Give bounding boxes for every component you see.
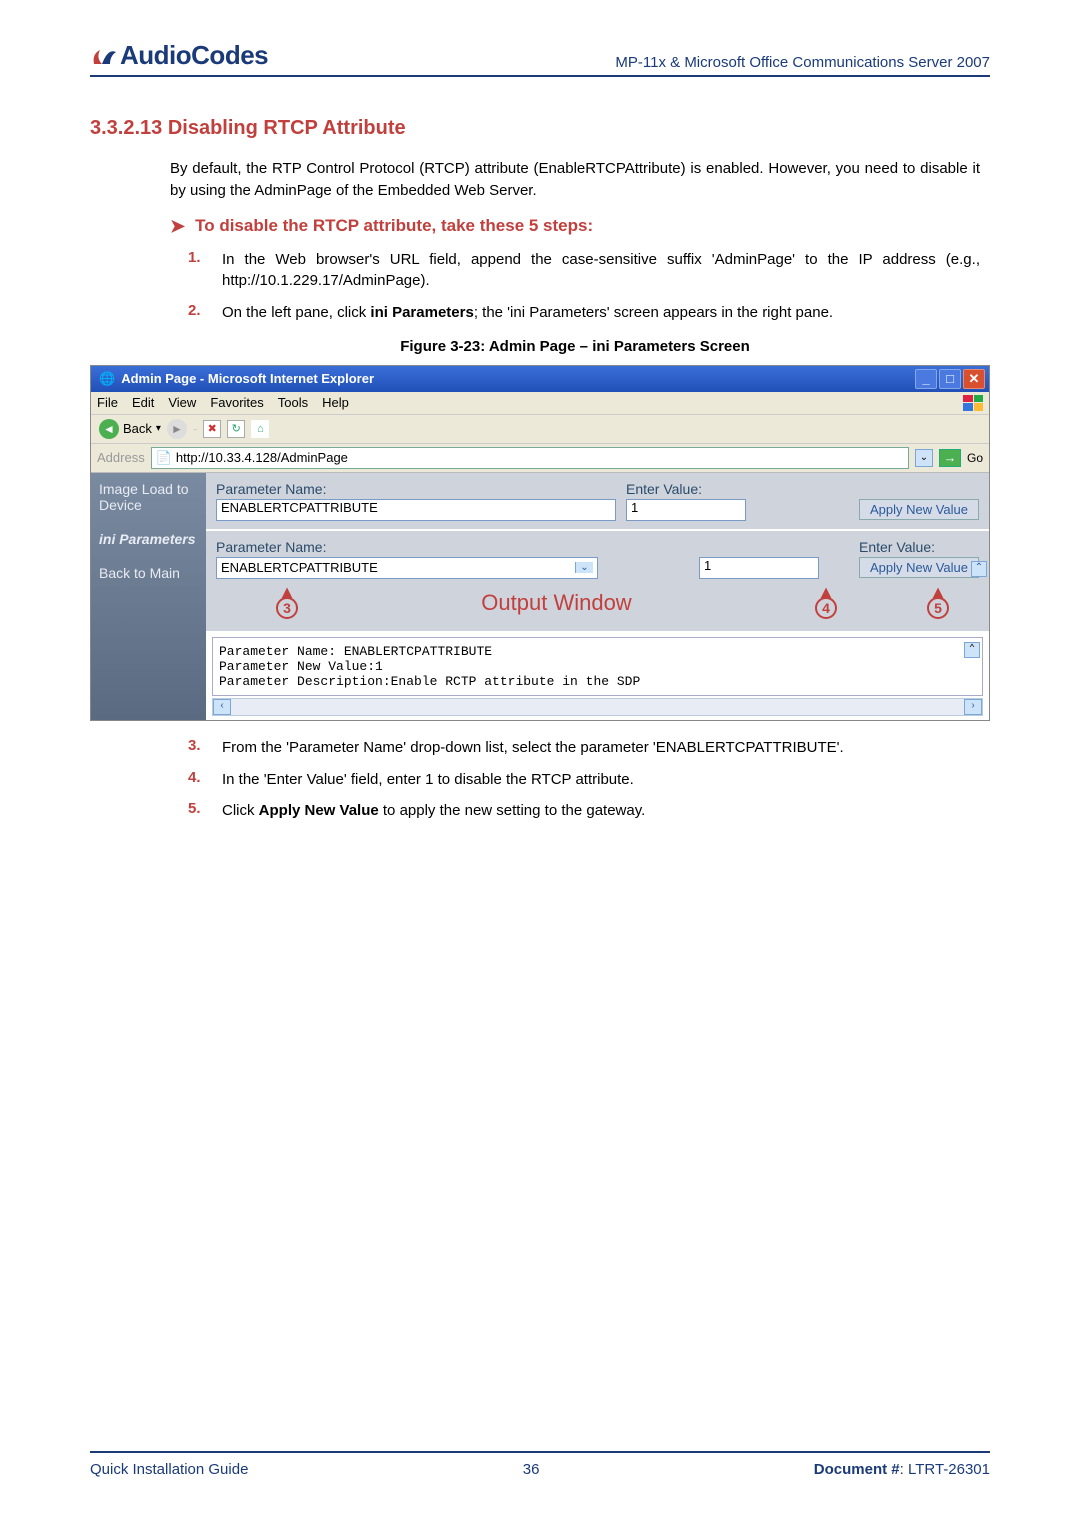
page-footer: Quick Installation Guide 36 Document #: … — [90, 1451, 990, 1478]
figure-caption: Figure 3-23: Admin Page – ini Parameters… — [170, 338, 980, 355]
footer-left: Quick Installation Guide — [90, 1461, 248, 1478]
chevron-down-icon: ⌄ — [575, 562, 593, 573]
step-4: 4. In the 'Enter Value' field, enter 1 t… — [188, 769, 980, 791]
toolbar: ◄ Back ▾ ► - ✖ ↻ ⌂ — [91, 415, 989, 444]
step-2: 2. On the left pane, click ini Parameter… — [188, 302, 980, 324]
logo-icon — [90, 42, 118, 70]
refresh-icon[interactable]: ↻ — [227, 420, 245, 438]
param-panel-top: Parameter Name: Enter Value: ENABLERTCPA… — [206, 473, 989, 531]
menu-help[interactable]: Help — [322, 395, 349, 411]
menu-file[interactable]: File — [97, 395, 118, 411]
step-number: 3. — [188, 737, 208, 759]
output-window: Parameter Name: ENABLERTCPATTRIBUTE Para… — [212, 637, 983, 696]
enter-value-input[interactable]: 1 — [699, 557, 819, 579]
address-input[interactable]: 📄 http://10.33.4.128/AdminPage — [151, 447, 909, 469]
step-text: On the left pane, click ini Parameters; … — [222, 302, 980, 324]
window-title: 🌐 Admin Page - Microsoft Internet Explor… — [99, 371, 374, 387]
step-text: In the 'Enter Value' field, enter 1 to d… — [222, 769, 980, 791]
left-nav: Image Load to Device ini Parameters Back… — [91, 473, 206, 720]
home-icon[interactable]: ⌂ — [251, 420, 269, 438]
back-button[interactable]: ◄ Back ▾ — [99, 419, 161, 439]
steps-heading: ➤ To disable the RTCP attribute, take th… — [170, 216, 980, 237]
ie-icon: 🌐 — [99, 371, 115, 387]
address-dropdown-icon[interactable]: ⌄ — [915, 449, 933, 467]
step-text: From the 'Parameter Name' drop-down list… — [222, 737, 980, 759]
apply-button-bottom[interactable]: Apply New Value — [859, 557, 979, 578]
param-name-label: Parameter Name: — [216, 539, 616, 555]
enter-value-label: Enter Value: — [859, 539, 979, 555]
callout-5: ▲5 — [927, 587, 949, 619]
step-number: 4. — [188, 769, 208, 791]
scroll-up-icon[interactable]: ⌃ — [971, 561, 987, 577]
enter-value-label: Enter Value: — [626, 481, 746, 497]
param-name-select[interactable]: ENABLERTCPATTRIBUTE⌄ — [216, 557, 598, 579]
brand-logo: AudioCodes — [90, 40, 268, 71]
footer-rule — [90, 1451, 990, 1453]
enter-value-input[interactable]: 1 — [626, 499, 746, 521]
param-panel-bottom: Parameter Name: Enter Value: ENABLERTCPA… — [206, 531, 989, 633]
window-buttons: _ □ ✕ — [915, 369, 985, 389]
back-icon: ◄ — [99, 419, 119, 439]
header-rule — [90, 75, 990, 77]
arrow-icon: ➤ — [170, 216, 185, 237]
header-product: MP-11x & Microsoft Office Communications… — [615, 54, 990, 71]
window-titlebar: 🌐 Admin Page - Microsoft Internet Explor… — [91, 366, 989, 392]
right-pane: Parameter Name: Enter Value: ENABLERTCPA… — [206, 473, 989, 720]
nav-ini-parameters[interactable]: ini Parameters — [99, 531, 198, 547]
apply-button-top[interactable]: Apply New Value — [859, 499, 979, 520]
stop-icon[interactable]: ✖ — [203, 420, 221, 438]
brand-text: AudioCodes — [120, 40, 268, 71]
param-name-label: Parameter Name: — [216, 481, 616, 497]
step-3: 3. From the 'Parameter Name' drop-down l… — [188, 737, 980, 759]
scroll-up-icon[interactable]: ⌃ — [964, 642, 980, 658]
output-window-label: Output Window — [481, 590, 631, 615]
address-label: Address — [97, 450, 145, 465]
go-label: Go — [967, 451, 983, 465]
menu-bar: File Edit View Favorites Tools Help — [91, 392, 989, 415]
section-heading: 3.3.2.13 Disabling RTCP Attribute — [90, 117, 990, 140]
go-button[interactable]: → — [939, 449, 961, 467]
step-text: In the Web browser's URL field, append t… — [222, 249, 980, 293]
page-header: AudioCodes MP-11x & Microsoft Office Com… — [90, 40, 990, 71]
nav-image-load[interactable]: Image Load to Device — [99, 481, 198, 513]
menu-tools[interactable]: Tools — [278, 395, 308, 411]
maximize-button[interactable]: □ — [939, 369, 961, 389]
scroll-left-icon[interactable]: ‹ — [213, 699, 231, 715]
admin-page-screenshot: 🌐 Admin Page - Microsoft Internet Explor… — [90, 365, 990, 721]
steps-heading-text: To disable the RTCP attribute, take thes… — [195, 216, 593, 236]
nav-back-main[interactable]: Back to Main — [99, 565, 198, 581]
callout-4: ▲4 — [815, 587, 837, 619]
step-text: Click Apply New Value to apply the new s… — [222, 800, 980, 822]
step-number: 5. — [188, 800, 208, 822]
page-icon: 📄 — [156, 450, 172, 466]
param-name-input[interactable]: ENABLERTCPATTRIBUTE — [216, 499, 616, 521]
step-1: 1. In the Web browser's URL field, appen… — [188, 249, 980, 293]
page-number: 36 — [523, 1461, 540, 1478]
menu-edit[interactable]: Edit — [132, 395, 154, 411]
footer-right: Document #: LTRT-26301 — [814, 1461, 990, 1478]
scroll-right-icon[interactable]: › — [964, 699, 982, 715]
step-5: 5. Click Apply New Value to apply the ne… — [188, 800, 980, 822]
forward-button[interactable]: ► — [167, 419, 187, 439]
step-number: 2. — [188, 302, 208, 324]
content-area: Image Load to Device ini Parameters Back… — [91, 473, 989, 720]
minimize-button[interactable]: _ — [915, 369, 937, 389]
intro-paragraph: By default, the RTP Control Protocol (RT… — [170, 158, 980, 202]
callout-3: ▲3 — [276, 587, 298, 619]
windows-flag-icon — [963, 395, 983, 411]
step-number: 1. — [188, 249, 208, 293]
horizontal-scrollbar[interactable]: ‹ › — [212, 698, 983, 716]
menu-favorites[interactable]: Favorites — [210, 395, 263, 411]
menu-view[interactable]: View — [168, 395, 196, 411]
address-bar: Address 📄 http://10.33.4.128/AdminPage ⌄… — [91, 444, 989, 473]
close-button[interactable]: ✕ — [963, 369, 985, 389]
